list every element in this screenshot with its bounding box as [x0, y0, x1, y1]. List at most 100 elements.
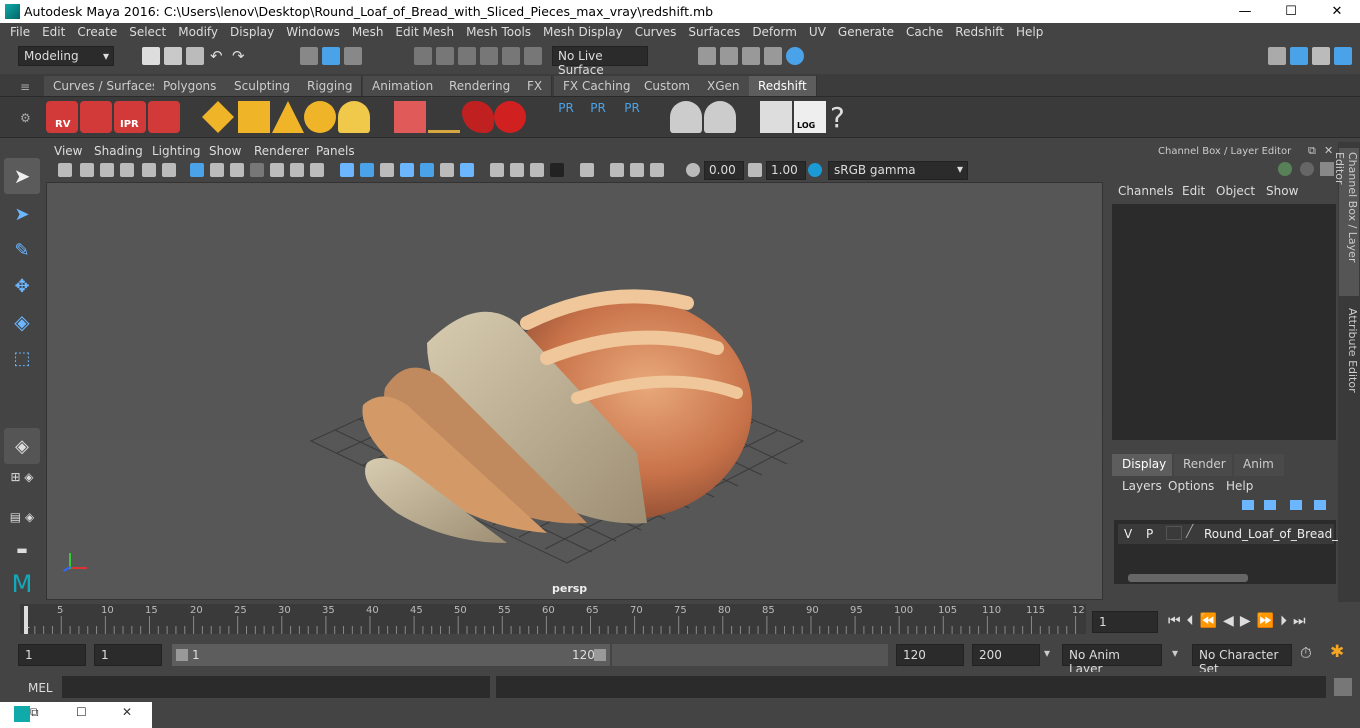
layer-playback-toggle[interactable]: P	[1146, 527, 1153, 541]
snap-grid-icon[interactable]	[414, 47, 432, 65]
undo-icon[interactable]: ↶	[210, 47, 223, 65]
image-plane-icon[interactable]	[120, 163, 134, 177]
chevron-down-icon[interactable]: ▾	[1172, 646, 1178, 660]
xray-joints-icon[interactable]	[650, 163, 664, 177]
field-chart-icon[interactable]	[270, 163, 284, 177]
color-management-toggle-icon[interactable]	[808, 163, 822, 177]
redshift-spot-light-icon[interactable]	[272, 101, 304, 133]
modeling-toolkit-icon[interactable]	[1290, 47, 1308, 65]
exposure-field[interactable]: 0.00	[704, 161, 744, 180]
new-layer-icon[interactable]	[1290, 500, 1302, 510]
single-view-layout-icon[interactable]: ◈	[4, 428, 40, 464]
select-object-icon[interactable]	[322, 47, 340, 65]
vp-menu-show[interactable]: Show	[209, 144, 241, 158]
menu-file[interactable]: File	[4, 25, 36, 39]
layer-tab-anim[interactable]: Anim	[1234, 454, 1284, 476]
minimize-button[interactable]: —	[1222, 0, 1268, 23]
layer-menu-layers[interactable]: Layers	[1122, 479, 1162, 493]
redshift-bake-icon[interactable]	[670, 101, 702, 133]
shelf-tab-sculpting[interactable]: Sculpting	[225, 76, 301, 96]
animation-preferences-icon[interactable]: ✱	[1330, 642, 1344, 662]
gate-mask-icon[interactable]	[250, 163, 264, 177]
close-icon[interactable]: ✕	[122, 705, 132, 719]
toggle-layout-icon[interactable]: ▬	[4, 540, 40, 560]
mode-dropdown[interactable]: Modeling ▾	[18, 46, 114, 66]
redshift-material-ball-icon[interactable]	[494, 101, 526, 133]
camera-attributes-icon[interactable]	[80, 163, 94, 177]
shelf-settings-gear-icon[interactable]: ⚙	[20, 111, 31, 125]
side-tab-attribute-editor[interactable]: Attribute Editor	[1339, 304, 1359, 400]
rotate-tool-icon[interactable]: ◈	[4, 304, 40, 340]
use-default-material-icon[interactable]	[400, 163, 414, 177]
shelf-tab-polygons[interactable]: Polygons	[154, 76, 227, 96]
menu-edit[interactable]: Edit	[36, 25, 71, 39]
snap-vertex-icon[interactable]	[524, 47, 542, 65]
isolate-select-icon[interactable]	[580, 163, 594, 177]
range-slider[interactable]: 1 120	[172, 644, 610, 666]
time-slider[interactable]: 1 5 10 15 20 25 30 35 40 45 50 55 60 65 …	[20, 604, 1086, 634]
channel-box-toggle-icon[interactable]	[1334, 47, 1352, 65]
move-layer-down-icon[interactable]	[1264, 500, 1276, 510]
menu-deform[interactable]: Deform	[746, 25, 803, 39]
redshift-proxy-icon[interactable]	[394, 101, 426, 133]
save-scene-icon[interactable]	[186, 47, 204, 65]
anim-layer-dropdown[interactable]: No Anim Layer	[1062, 644, 1162, 676]
lasso-tool-icon[interactable]: ➤	[4, 196, 40, 232]
menu-mesh[interactable]: Mesh	[346, 25, 390, 39]
redshift-pr-sync-icon[interactable]: PR	[616, 101, 648, 133]
redshift-help-icon[interactable]: ?	[830, 101, 862, 134]
play-forwards-icon[interactable]: ▶	[1240, 613, 1251, 629]
redshift-portal-light-icon[interactable]	[202, 101, 234, 133]
mel-command-input[interactable]	[62, 676, 490, 698]
end-time-field[interactable]: 200	[972, 644, 1040, 666]
vp-menu-shading[interactable]: Shading	[94, 144, 143, 158]
select-hierarchy-icon[interactable]	[300, 47, 318, 65]
render-current-icon[interactable]	[720, 47, 738, 65]
layer-visibility-toggle[interactable]: V	[1124, 527, 1132, 541]
xray-active-components-icon[interactable]	[630, 163, 644, 177]
channel-box-area[interactable]	[1112, 204, 1336, 440]
render-view-icon[interactable]	[698, 47, 716, 65]
scale-tool-icon[interactable]: ⬚	[4, 340, 40, 376]
cb-menu-channels[interactable]: Channels	[1118, 184, 1174, 198]
shelf-tab-xgen[interactable]: XGen	[698, 76, 750, 96]
menu-generate[interactable]: Generate	[832, 25, 900, 39]
wireframe-on-shaded-icon[interactable]	[380, 163, 394, 177]
range-start-handle[interactable]	[176, 649, 188, 661]
menu-windows[interactable]: Windows	[280, 25, 346, 39]
select-tool-arrow-icon[interactable]: ➤	[4, 158, 40, 194]
shelf-tab-animation[interactable]: Animation	[363, 76, 444, 96]
perspective-viewport[interactable]: persp	[46, 182, 1103, 600]
snap-curve-icon[interactable]	[436, 47, 454, 65]
camera-select-icon[interactable]	[58, 163, 72, 177]
range-end-handle[interactable]	[594, 649, 606, 661]
hyper-icon[interactable]	[1320, 162, 1334, 176]
menu-curves[interactable]: Curves	[629, 25, 683, 39]
move-tool-icon[interactable]: ✥	[4, 268, 40, 304]
new-layer-selected-icon[interactable]	[1314, 500, 1326, 510]
textured-icon[interactable]	[420, 163, 434, 177]
redshift-render-settings-icon[interactable]	[148, 101, 180, 133]
redshift-pr-object-icon[interactable]: PR	[550, 101, 582, 133]
speed-icon[interactable]	[1300, 162, 1314, 176]
mel-label[interactable]: MEL	[28, 681, 53, 695]
outliner-layout-icon[interactable]: ▤ ◈	[4, 502, 40, 532]
playback-end-field[interactable]: 120	[896, 644, 964, 666]
cb-menu-edit[interactable]: Edit	[1182, 184, 1205, 198]
redo-icon[interactable]: ↷	[232, 47, 245, 65]
vp-menu-renderer[interactable]: Renderer	[254, 144, 309, 158]
redshift-pr-export-icon[interactable]: PR	[582, 101, 614, 133]
menu-surfaces[interactable]: Surfaces	[682, 25, 746, 39]
safe-title-icon[interactable]	[310, 163, 324, 177]
new-scene-icon[interactable]	[142, 47, 160, 65]
colorspace-dropdown[interactable]: sRGB gamma ▾	[828, 161, 968, 180]
close-button[interactable]: ✕	[1314, 0, 1360, 23]
gamma-icon[interactable]	[748, 163, 762, 177]
layer-color-swatch[interactable]	[1166, 526, 1182, 540]
menu-uv[interactable]: UV	[803, 25, 832, 39]
2d-pan-zoom-icon[interactable]	[142, 163, 156, 177]
motion-blur-icon[interactable]	[510, 163, 524, 177]
exposure-icon[interactable]	[686, 163, 700, 177]
close-panel-icon[interactable]: ✕	[1324, 144, 1333, 157]
shelf-tab-rigging[interactable]: Rigging	[298, 76, 363, 96]
